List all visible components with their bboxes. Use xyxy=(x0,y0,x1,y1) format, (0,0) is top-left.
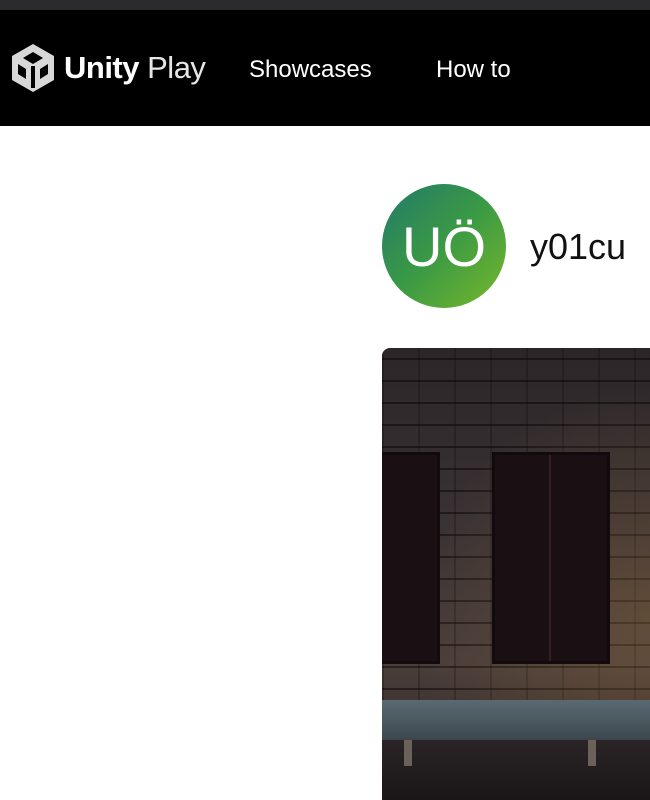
bench-leg xyxy=(588,740,596,766)
site-header: Unity Play Showcases How to xyxy=(0,10,650,126)
bench-leg xyxy=(404,740,412,766)
brand-logo[interactable]: Unity Play xyxy=(64,50,206,86)
nav-showcases[interactable]: Showcases xyxy=(249,56,372,84)
bench xyxy=(382,700,650,740)
game-thumbnail[interactable] xyxy=(382,348,650,800)
floor xyxy=(382,740,650,800)
browser-strip xyxy=(0,0,650,10)
avatar-initials: UÖ xyxy=(402,214,486,278)
brand-bold: Unity xyxy=(64,50,140,85)
window xyxy=(382,452,440,664)
window xyxy=(492,452,610,664)
username[interactable]: y01cu xyxy=(530,226,626,268)
brand-light: Play xyxy=(147,50,206,85)
avatar[interactable]: UÖ xyxy=(382,184,506,308)
unity-cube-icon[interactable] xyxy=(10,42,56,94)
curtain xyxy=(549,455,551,661)
nav-how-to[interactable]: How to xyxy=(436,56,511,84)
